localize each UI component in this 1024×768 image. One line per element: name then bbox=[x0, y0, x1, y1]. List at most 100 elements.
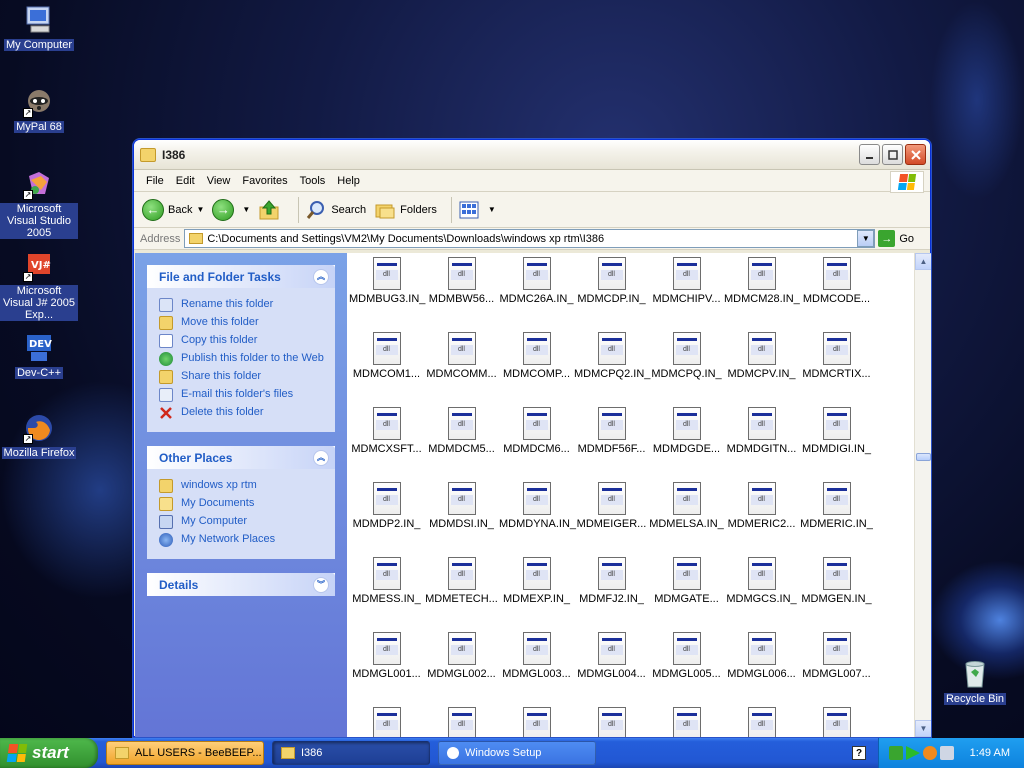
file-item[interactable]: MDMFJ2.IN_ bbox=[574, 553, 649, 628]
file-item[interactable]: MDMDP2.IN_ bbox=[349, 478, 424, 553]
chevron-down-icon[interactable]: ▼ bbox=[196, 205, 204, 214]
file-item[interactable]: MDMCXSFT... bbox=[349, 403, 424, 478]
panel-header[interactable]: Details ︾ bbox=[147, 573, 335, 596]
task-share-folder[interactable]: Share this folder bbox=[159, 370, 325, 384]
file-item[interactable]: MDMCOM1... bbox=[349, 328, 424, 403]
maximize-button[interactable] bbox=[882, 144, 903, 165]
file-item[interactable]: MDMCPQ.IN_ bbox=[649, 328, 724, 403]
file-item[interactable]: MDMELSA.IN_ bbox=[649, 478, 724, 553]
file-item[interactable]: MDMDF56F... bbox=[574, 403, 649, 478]
taskbar-button-i386[interactable]: I386 bbox=[272, 741, 430, 765]
file-item[interactable]: MDMCHIPV... bbox=[649, 253, 724, 328]
file-item[interactable]: MDMC26A.IN_ bbox=[499, 253, 574, 328]
file-item[interactable]: MDMGL004... bbox=[574, 628, 649, 703]
chevron-down-icon[interactable]: ▼ bbox=[242, 205, 250, 214]
file-item[interactable] bbox=[349, 703, 424, 737]
file-item[interactable]: MDMDGDE... bbox=[649, 403, 724, 478]
desktop-icon-visual-studio[interactable]: ↗ Microsoft Visual Studio 2005 bbox=[0, 168, 78, 239]
task-email-files[interactable]: E-mail this folder's files bbox=[159, 388, 325, 402]
file-item[interactable] bbox=[424, 703, 499, 737]
file-item[interactable]: MDMCODE... bbox=[799, 253, 874, 328]
tray-icon-search[interactable] bbox=[923, 746, 937, 760]
minimize-button[interactable] bbox=[859, 144, 880, 165]
collapse-icon[interactable]: ︽ bbox=[313, 268, 329, 285]
file-item[interactable] bbox=[574, 703, 649, 737]
tray-icon-volume[interactable] bbox=[940, 746, 954, 760]
file-item[interactable] bbox=[499, 703, 574, 737]
back-button[interactable]: ← Back ▼ bbox=[142, 198, 204, 221]
file-item[interactable]: MDMEIGER... bbox=[574, 478, 649, 553]
task-move-folder[interactable]: Move this folder bbox=[159, 316, 325, 330]
file-item[interactable]: MDMGL003... bbox=[499, 628, 574, 703]
task-delete-folder[interactable]: Delete this folder bbox=[159, 406, 325, 420]
file-item[interactable]: MDMGEN.IN_ bbox=[799, 553, 874, 628]
expand-icon[interactable]: ︾ bbox=[313, 576, 329, 593]
window-titlebar[interactable]: I386 bbox=[134, 140, 930, 170]
collapse-icon[interactable]: ︽ bbox=[313, 449, 329, 466]
menu-file[interactable]: File bbox=[140, 175, 170, 187]
vertical-scrollbar[interactable]: ▲ ▼ bbox=[914, 253, 931, 737]
tray-icon-network[interactable] bbox=[889, 746, 903, 760]
file-item[interactable]: MDMDIGI.IN_ bbox=[799, 403, 874, 478]
menu-view[interactable]: View bbox=[201, 175, 237, 187]
file-item[interactable]: MDMDGITN... bbox=[724, 403, 799, 478]
search-button[interactable]: Search bbox=[305, 199, 366, 221]
file-item[interactable]: MDMGL002... bbox=[424, 628, 499, 703]
file-item[interactable]: MDMCOMM... bbox=[424, 328, 499, 403]
place-my-documents[interactable]: My Documents bbox=[159, 497, 325, 511]
file-item[interactable]: MDMCRTIX... bbox=[799, 328, 874, 403]
desktop-icon-firefox[interactable]: ↗ Mozilla Firefox bbox=[0, 412, 78, 459]
forward-button[interactable]: → ▼ bbox=[212, 198, 250, 221]
address-input[interactable]: C:\Documents and Settings\VM2\My Documen… bbox=[184, 229, 876, 248]
file-item[interactable]: MDMEXP.IN_ bbox=[499, 553, 574, 628]
menu-edit[interactable]: Edit bbox=[170, 175, 201, 187]
chevron-down-icon[interactable]: ▼ bbox=[488, 205, 496, 214]
desktop-icon-mypal[interactable]: ↗ MyPal 68 bbox=[0, 86, 78, 133]
file-item[interactable] bbox=[799, 703, 874, 737]
file-item[interactable]: MDMGL005... bbox=[649, 628, 724, 703]
desktop-icon-my-computer[interactable]: My Computer bbox=[0, 4, 78, 51]
file-item[interactable]: MDMGL007... bbox=[799, 628, 874, 703]
file-item[interactable]: MDMCPQ2.IN_ bbox=[574, 328, 650, 403]
file-item[interactable]: MDMGATE... bbox=[649, 553, 724, 628]
file-item[interactable]: MDMDYNA.IN_ bbox=[499, 478, 576, 553]
file-item[interactable] bbox=[724, 703, 799, 737]
task-copy-folder[interactable]: Copy this folder bbox=[159, 334, 325, 348]
file-item[interactable]: MDMDCM6... bbox=[499, 403, 574, 478]
tray-icon-play[interactable] bbox=[906, 746, 920, 760]
file-item[interactable]: MDMCDP.IN_ bbox=[574, 253, 649, 328]
place-my-computer[interactable]: My Computer bbox=[159, 515, 325, 529]
file-item[interactable]: MDMBW56... bbox=[424, 253, 499, 328]
clock[interactable]: 1:49 AM bbox=[970, 747, 1010, 759]
file-item[interactable]: MDMESS.IN_ bbox=[349, 553, 424, 628]
address-dropdown-button[interactable]: ▼ bbox=[857, 230, 875, 247]
desktop-icon-recycle-bin[interactable]: Recycle Bin bbox=[936, 658, 1014, 705]
desktop-icon-visual-jsharp[interactable]: VJ# ↗ Microsoft Visual J# 2005 Exp... bbox=[0, 250, 78, 321]
folders-button[interactable]: Folders bbox=[374, 199, 437, 221]
file-item[interactable]: MDMETECH... bbox=[424, 553, 499, 628]
panel-header[interactable]: Other Places ︽ bbox=[147, 446, 335, 469]
taskbar-button-windows-setup[interactable]: Windows Setup bbox=[438, 741, 596, 765]
close-button[interactable] bbox=[905, 144, 926, 165]
file-item[interactable]: MDMCM28.IN_ bbox=[724, 253, 800, 328]
desktop-icon-devcpp[interactable]: DEV Dev-C++ bbox=[0, 332, 78, 379]
go-button[interactable]: → Go bbox=[878, 230, 914, 247]
file-item[interactable]: MDMGCS.IN_ bbox=[724, 553, 799, 628]
taskbar-button-beebeep[interactable]: ALL USERS - BeeBEEP... bbox=[106, 741, 264, 765]
file-item[interactable]: MDMGL001... bbox=[349, 628, 424, 703]
file-item[interactable]: MDMBUG3.IN_ bbox=[349, 253, 425, 328]
scroll-thumb[interactable] bbox=[916, 453, 931, 461]
menu-favorites[interactable]: Favorites bbox=[236, 175, 293, 187]
task-publish-folder[interactable]: Publish this folder to the Web bbox=[159, 352, 325, 366]
file-item[interactable]: MDMCOMP... bbox=[499, 328, 574, 403]
file-item[interactable] bbox=[649, 703, 724, 737]
place-windows-xp-rtm[interactable]: windows xp rtm bbox=[159, 479, 325, 493]
task-rename-folder[interactable]: Rename this folder bbox=[159, 298, 325, 312]
up-button[interactable] bbox=[258, 199, 284, 221]
menu-tools[interactable]: Tools bbox=[294, 175, 332, 187]
place-my-network-places[interactable]: My Network Places bbox=[159, 533, 325, 547]
file-item[interactable]: MDMGL006... bbox=[724, 628, 799, 703]
file-item[interactable]: MDMDSI.IN_ bbox=[424, 478, 499, 553]
views-button[interactable]: ▼ bbox=[458, 199, 496, 221]
file-item[interactable]: MDMCPV.IN_ bbox=[724, 328, 799, 403]
